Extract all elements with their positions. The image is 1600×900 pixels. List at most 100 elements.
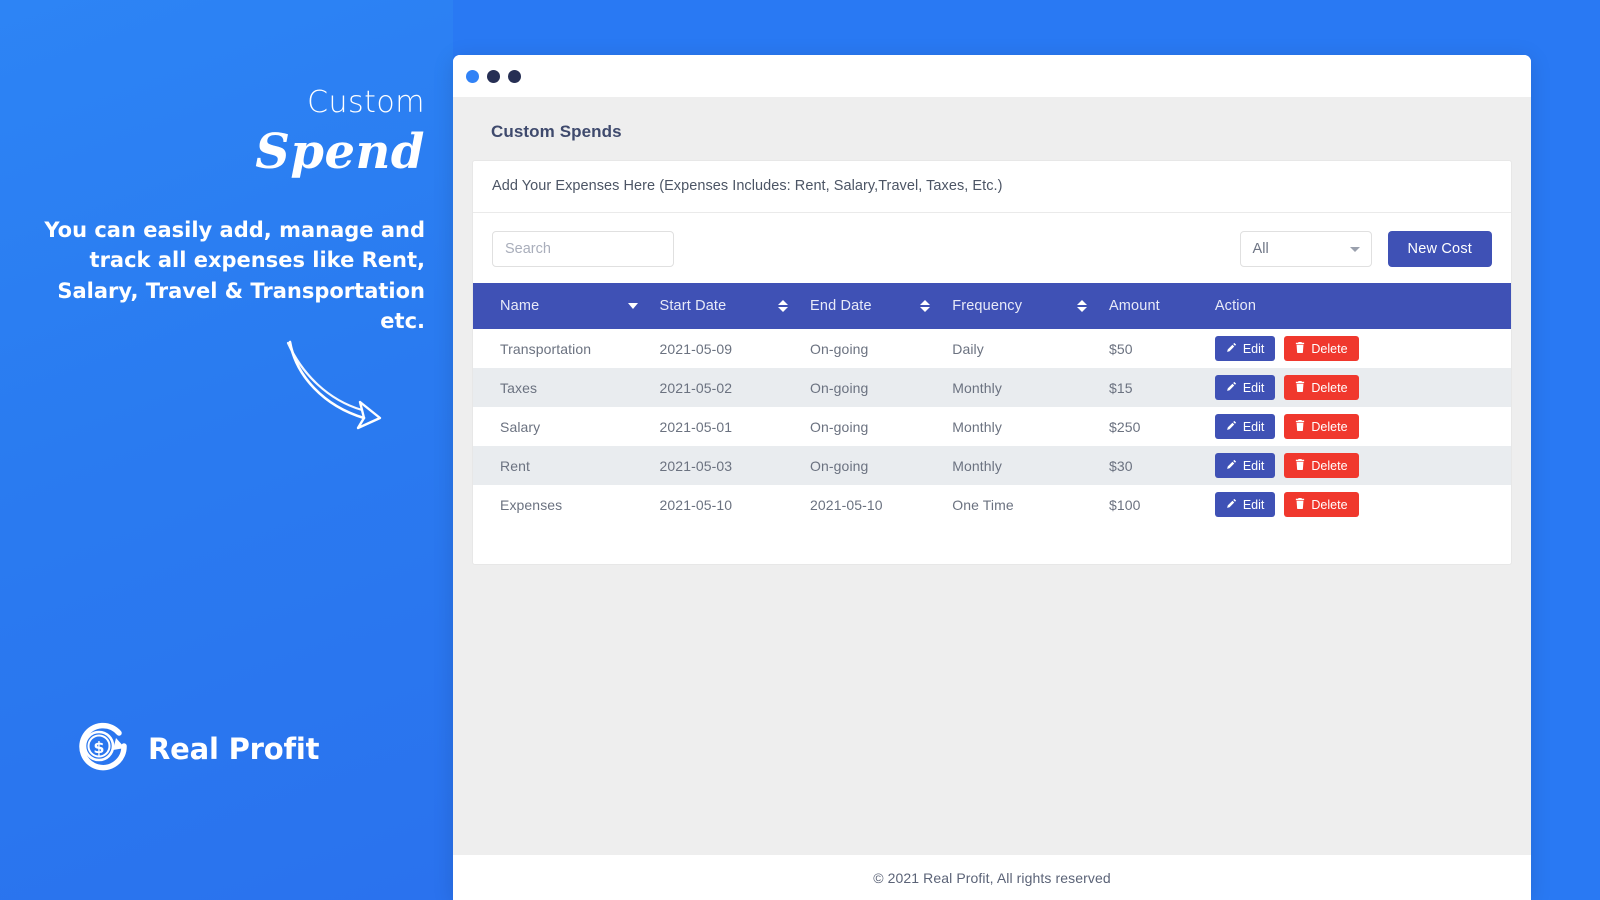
edit-button[interactable]: Edit bbox=[1215, 492, 1276, 517]
cell-action: Edit Delete bbox=[1207, 368, 1511, 407]
cell-name: Salary bbox=[473, 407, 652, 446]
delete-button[interactable]: Delete bbox=[1284, 336, 1358, 361]
coin-dollar-refresh-icon: $ bbox=[72, 715, 134, 782]
promo-heading-line2: Spend bbox=[35, 118, 425, 188]
window-dot-close[interactable] bbox=[466, 70, 479, 83]
footer-copyright: © 2021 Real Profit, All rights reserved bbox=[873, 870, 1111, 886]
svg-text:$: $ bbox=[93, 738, 104, 757]
sort-both-icon bbox=[1077, 300, 1087, 312]
new-cost-button[interactable]: New Cost bbox=[1388, 231, 1492, 267]
cell-frequency: One Time bbox=[944, 485, 1101, 524]
column-header-name-label: Name bbox=[500, 298, 539, 314]
table-row: Transportation 2021-05-09 On-going Daily… bbox=[473, 329, 1511, 368]
delete-button[interactable]: Delete bbox=[1284, 375, 1358, 400]
filter-select[interactable]: All bbox=[1240, 231, 1372, 267]
edit-button-label: Edit bbox=[1243, 381, 1265, 395]
table-header: Name Start Date bbox=[473, 283, 1511, 329]
table-row: Taxes 2021-05-02 On-going Monthly $15 bbox=[473, 368, 1511, 407]
column-header-action-label: Action bbox=[1215, 298, 1256, 314]
delete-button-label: Delete bbox=[1311, 420, 1347, 434]
column-header-end-date[interactable]: End Date bbox=[802, 283, 944, 329]
edit-button[interactable]: Edit bbox=[1215, 453, 1276, 478]
window-dot-minimize[interactable] bbox=[487, 70, 500, 83]
pencil-icon bbox=[1226, 342, 1237, 356]
delete-button-label: Delete bbox=[1311, 459, 1347, 473]
trash-icon bbox=[1295, 420, 1305, 434]
search-input[interactable] bbox=[492, 231, 674, 267]
chevron-down-icon bbox=[1350, 247, 1360, 252]
edit-button-label: Edit bbox=[1243, 459, 1265, 473]
trash-icon bbox=[1295, 459, 1305, 473]
cell-end-date: 2021-05-10 bbox=[802, 485, 944, 524]
promo-panel: Custom Spend You can easily add, manage … bbox=[0, 0, 453, 900]
brand-logo: $ Real Profit bbox=[72, 715, 319, 782]
cell-frequency: Daily bbox=[944, 329, 1101, 368]
column-header-end-date-label: End Date bbox=[810, 298, 872, 314]
edit-button[interactable]: Edit bbox=[1215, 336, 1276, 361]
delete-button-label: Delete bbox=[1311, 342, 1347, 356]
cell-start-date: 2021-05-01 bbox=[652, 407, 803, 446]
page-title: Custom Spends bbox=[472, 97, 1512, 160]
cell-frequency: Monthly bbox=[944, 446, 1101, 485]
column-header-amount[interactable]: Amount bbox=[1101, 283, 1207, 329]
edit-button-label: Edit bbox=[1243, 498, 1265, 512]
delete-button[interactable]: Delete bbox=[1284, 453, 1358, 478]
delete-button[interactable]: Delete bbox=[1284, 492, 1358, 517]
cell-amount: $250 bbox=[1101, 407, 1207, 446]
table-row: Salary 2021-05-01 On-going Monthly $250 bbox=[473, 407, 1511, 446]
table-row: Expenses 2021-05-10 2021-05-10 One Time … bbox=[473, 485, 1511, 524]
cell-name: Transportation bbox=[473, 329, 652, 368]
browser-titlebar bbox=[453, 55, 1531, 97]
delete-button[interactable]: Delete bbox=[1284, 414, 1358, 439]
pencil-icon bbox=[1226, 420, 1237, 434]
column-header-amount-label: Amount bbox=[1109, 298, 1160, 314]
trash-icon bbox=[1295, 342, 1305, 356]
pencil-icon bbox=[1226, 498, 1237, 512]
cell-amount: $100 bbox=[1101, 485, 1207, 524]
column-header-frequency[interactable]: Frequency bbox=[944, 283, 1101, 329]
table-toolbar: All New Cost bbox=[473, 213, 1511, 283]
cell-frequency: Monthly bbox=[944, 368, 1101, 407]
cell-end-date: On-going bbox=[802, 446, 944, 485]
cell-name: Expenses bbox=[473, 485, 652, 524]
footer: © 2021 Real Profit, All rights reserved bbox=[453, 855, 1531, 900]
cell-action: Edit Delete bbox=[1207, 446, 1511, 485]
table-row: Rent 2021-05-03 On-going Monthly $30 bbox=[473, 446, 1511, 485]
spends-card: Add Your Expenses Here (Expenses Include… bbox=[472, 160, 1512, 565]
card-note: Add Your Expenses Here (Expenses Include… bbox=[473, 161, 1511, 213]
cell-start-date: 2021-05-03 bbox=[652, 446, 803, 485]
pencil-icon bbox=[1226, 381, 1237, 395]
cell-name: Rent bbox=[473, 446, 652, 485]
delete-button-label: Delete bbox=[1311, 381, 1347, 395]
column-header-name[interactable]: Name bbox=[473, 283, 652, 329]
promo-heading-line1: Custom bbox=[35, 88, 425, 118]
promo-description: You can easily add, manage and track all… bbox=[35, 215, 425, 337]
browser-window: Custom Spends Add Your Expenses Here (Ex… bbox=[453, 55, 1531, 900]
cell-action: Edit Delete bbox=[1207, 407, 1511, 446]
cell-end-date: On-going bbox=[802, 368, 944, 407]
cell-amount: $50 bbox=[1101, 329, 1207, 368]
cell-frequency: Monthly bbox=[944, 407, 1101, 446]
app-content: Custom Spends Add Your Expenses Here (Ex… bbox=[453, 97, 1531, 855]
sort-both-icon bbox=[778, 300, 788, 312]
promo-heading: Custom Spend bbox=[35, 88, 425, 188]
edit-button[interactable]: Edit bbox=[1215, 414, 1276, 439]
cell-end-date: On-going bbox=[802, 407, 944, 446]
column-header-start-date-label: Start Date bbox=[660, 298, 727, 314]
filter-select-value: All bbox=[1253, 241, 1269, 257]
cell-start-date: 2021-05-10 bbox=[652, 485, 803, 524]
edit-button[interactable]: Edit bbox=[1215, 375, 1276, 400]
edit-button-label: Edit bbox=[1243, 342, 1265, 356]
cell-amount: $15 bbox=[1101, 368, 1207, 407]
curved-arrow-icon bbox=[272, 330, 392, 440]
cell-action: Edit Delete bbox=[1207, 329, 1511, 368]
column-header-start-date[interactable]: Start Date bbox=[652, 283, 803, 329]
sort-descending-icon bbox=[628, 303, 638, 309]
delete-button-label: Delete bbox=[1311, 498, 1347, 512]
cell-action: Edit Delete bbox=[1207, 485, 1511, 524]
spends-table: Name Start Date bbox=[473, 283, 1511, 524]
trash-icon bbox=[1295, 498, 1305, 512]
cell-end-date: On-going bbox=[802, 329, 944, 368]
edit-button-label: Edit bbox=[1243, 420, 1265, 434]
window-dot-maximize[interactable] bbox=[508, 70, 521, 83]
